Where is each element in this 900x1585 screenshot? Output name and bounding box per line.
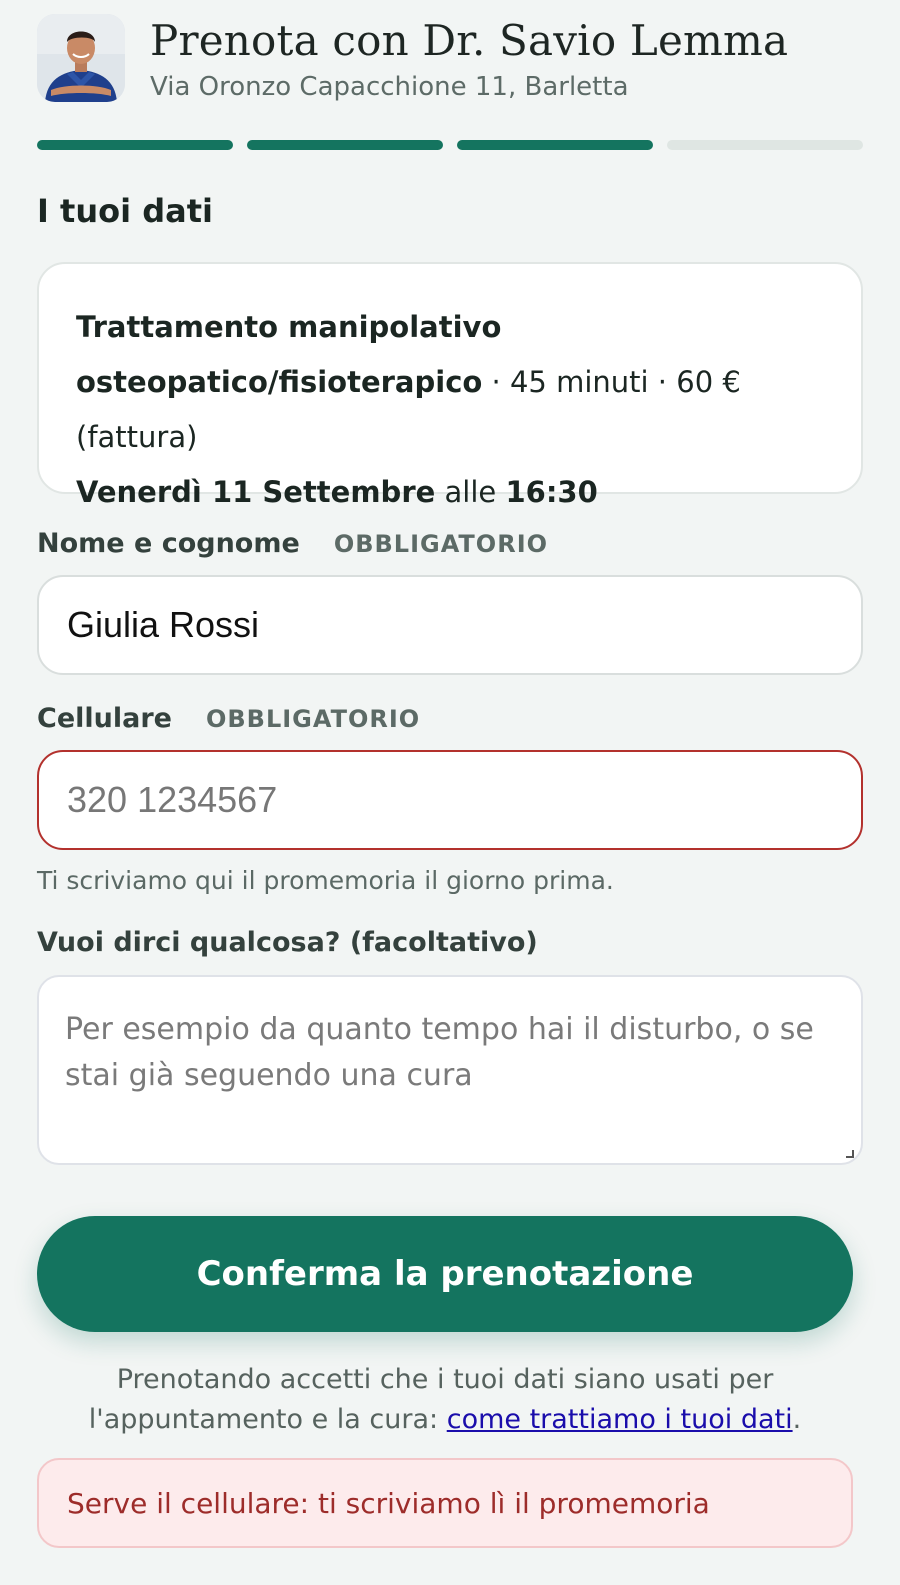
textarea-resize-grip-icon[interactable]: [846, 1150, 854, 1158]
notes-textarea[interactable]: [37, 975, 863, 1165]
at-word: alle: [444, 475, 497, 509]
name-input[interactable]: [37, 575, 863, 675]
step-progress: [37, 140, 863, 150]
service-duration: 45 minuti: [509, 365, 649, 399]
phone-label: Cellulare: [37, 703, 172, 734]
phone-input[interactable]: [37, 750, 863, 850]
service-name-part2: osteopatico/fisioterapico: [76, 365, 483, 399]
appointment-time: 16:30: [505, 475, 598, 509]
clinic-address: Via Oronzo Capacchione 11, Barletta: [150, 72, 629, 102]
name-label-row: Nome e cognome OBBLIGATORIO: [37, 528, 548, 564]
notes-label-row: Vuoi dirci qualcosa? (facoltativo): [37, 927, 538, 963]
appointment-date: Venerdì 11 Settembre: [76, 475, 436, 509]
separator: ·: [482, 365, 510, 399]
progress-step-2: [247, 140, 443, 150]
header: Prenota con Dr. Savio Lemma Via Oronzo C…: [37, 14, 863, 104]
consent-end: .: [792, 1404, 802, 1435]
phone-hint: Ti scriviamo qui il promemoria il giorno…: [37, 866, 614, 895]
privacy-policy-link[interactable]: come trattiamo i tuoi dati: [447, 1404, 793, 1435]
confirm-booking-button[interactable]: Conferma la prenotazione: [37, 1216, 853, 1332]
service-details-line: osteopatico/fisioterapico · 45 minuti · …: [76, 355, 825, 465]
section-title: I tuoi dati: [37, 192, 213, 230]
page-title: Prenota con Dr. Savio Lemma: [150, 16, 789, 65]
phone-required-badge: OBBLIGATORIO: [205, 705, 421, 733]
doctor-avatar: [37, 14, 125, 102]
error-message: Serve il cellulare: ti scriviamo lì il p…: [67, 1486, 710, 1520]
appointment-summary-card: Trattamento manipolativo osteopatico/fis…: [37, 262, 863, 509]
progress-step-4: [667, 140, 863, 150]
progress-step-1: [37, 140, 233, 150]
notes-label: Vuoi dirci qualcosa? (facoltativo): [37, 927, 538, 958]
name-label: Nome e cognome: [37, 528, 300, 559]
phone-label-row: Cellulare OBBLIGATORIO: [37, 703, 420, 739]
name-required-badge: OBBLIGATORIO: [333, 530, 549, 558]
service-name-line: Trattamento manipolativo: [76, 300, 825, 355]
booking-page: Prenota con Dr. Savio Lemma Via Oronzo C…: [0, 0, 900, 1585]
progress-step-3: [457, 140, 653, 150]
error-alert: Serve il cellulare: ti scriviamo lì il p…: [37, 1458, 853, 1548]
appointment-datetime-line: Venerdì 11 Settembre alle 16:30: [76, 465, 825, 520]
separator: ·: [648, 365, 677, 399]
doctor-photo: [37, 14, 125, 102]
privacy-consent-text: Prenotando accetti che i tuoi dati siano…: [37, 1360, 853, 1440]
service-name-part1: Trattamento manipolativo: [76, 310, 502, 344]
